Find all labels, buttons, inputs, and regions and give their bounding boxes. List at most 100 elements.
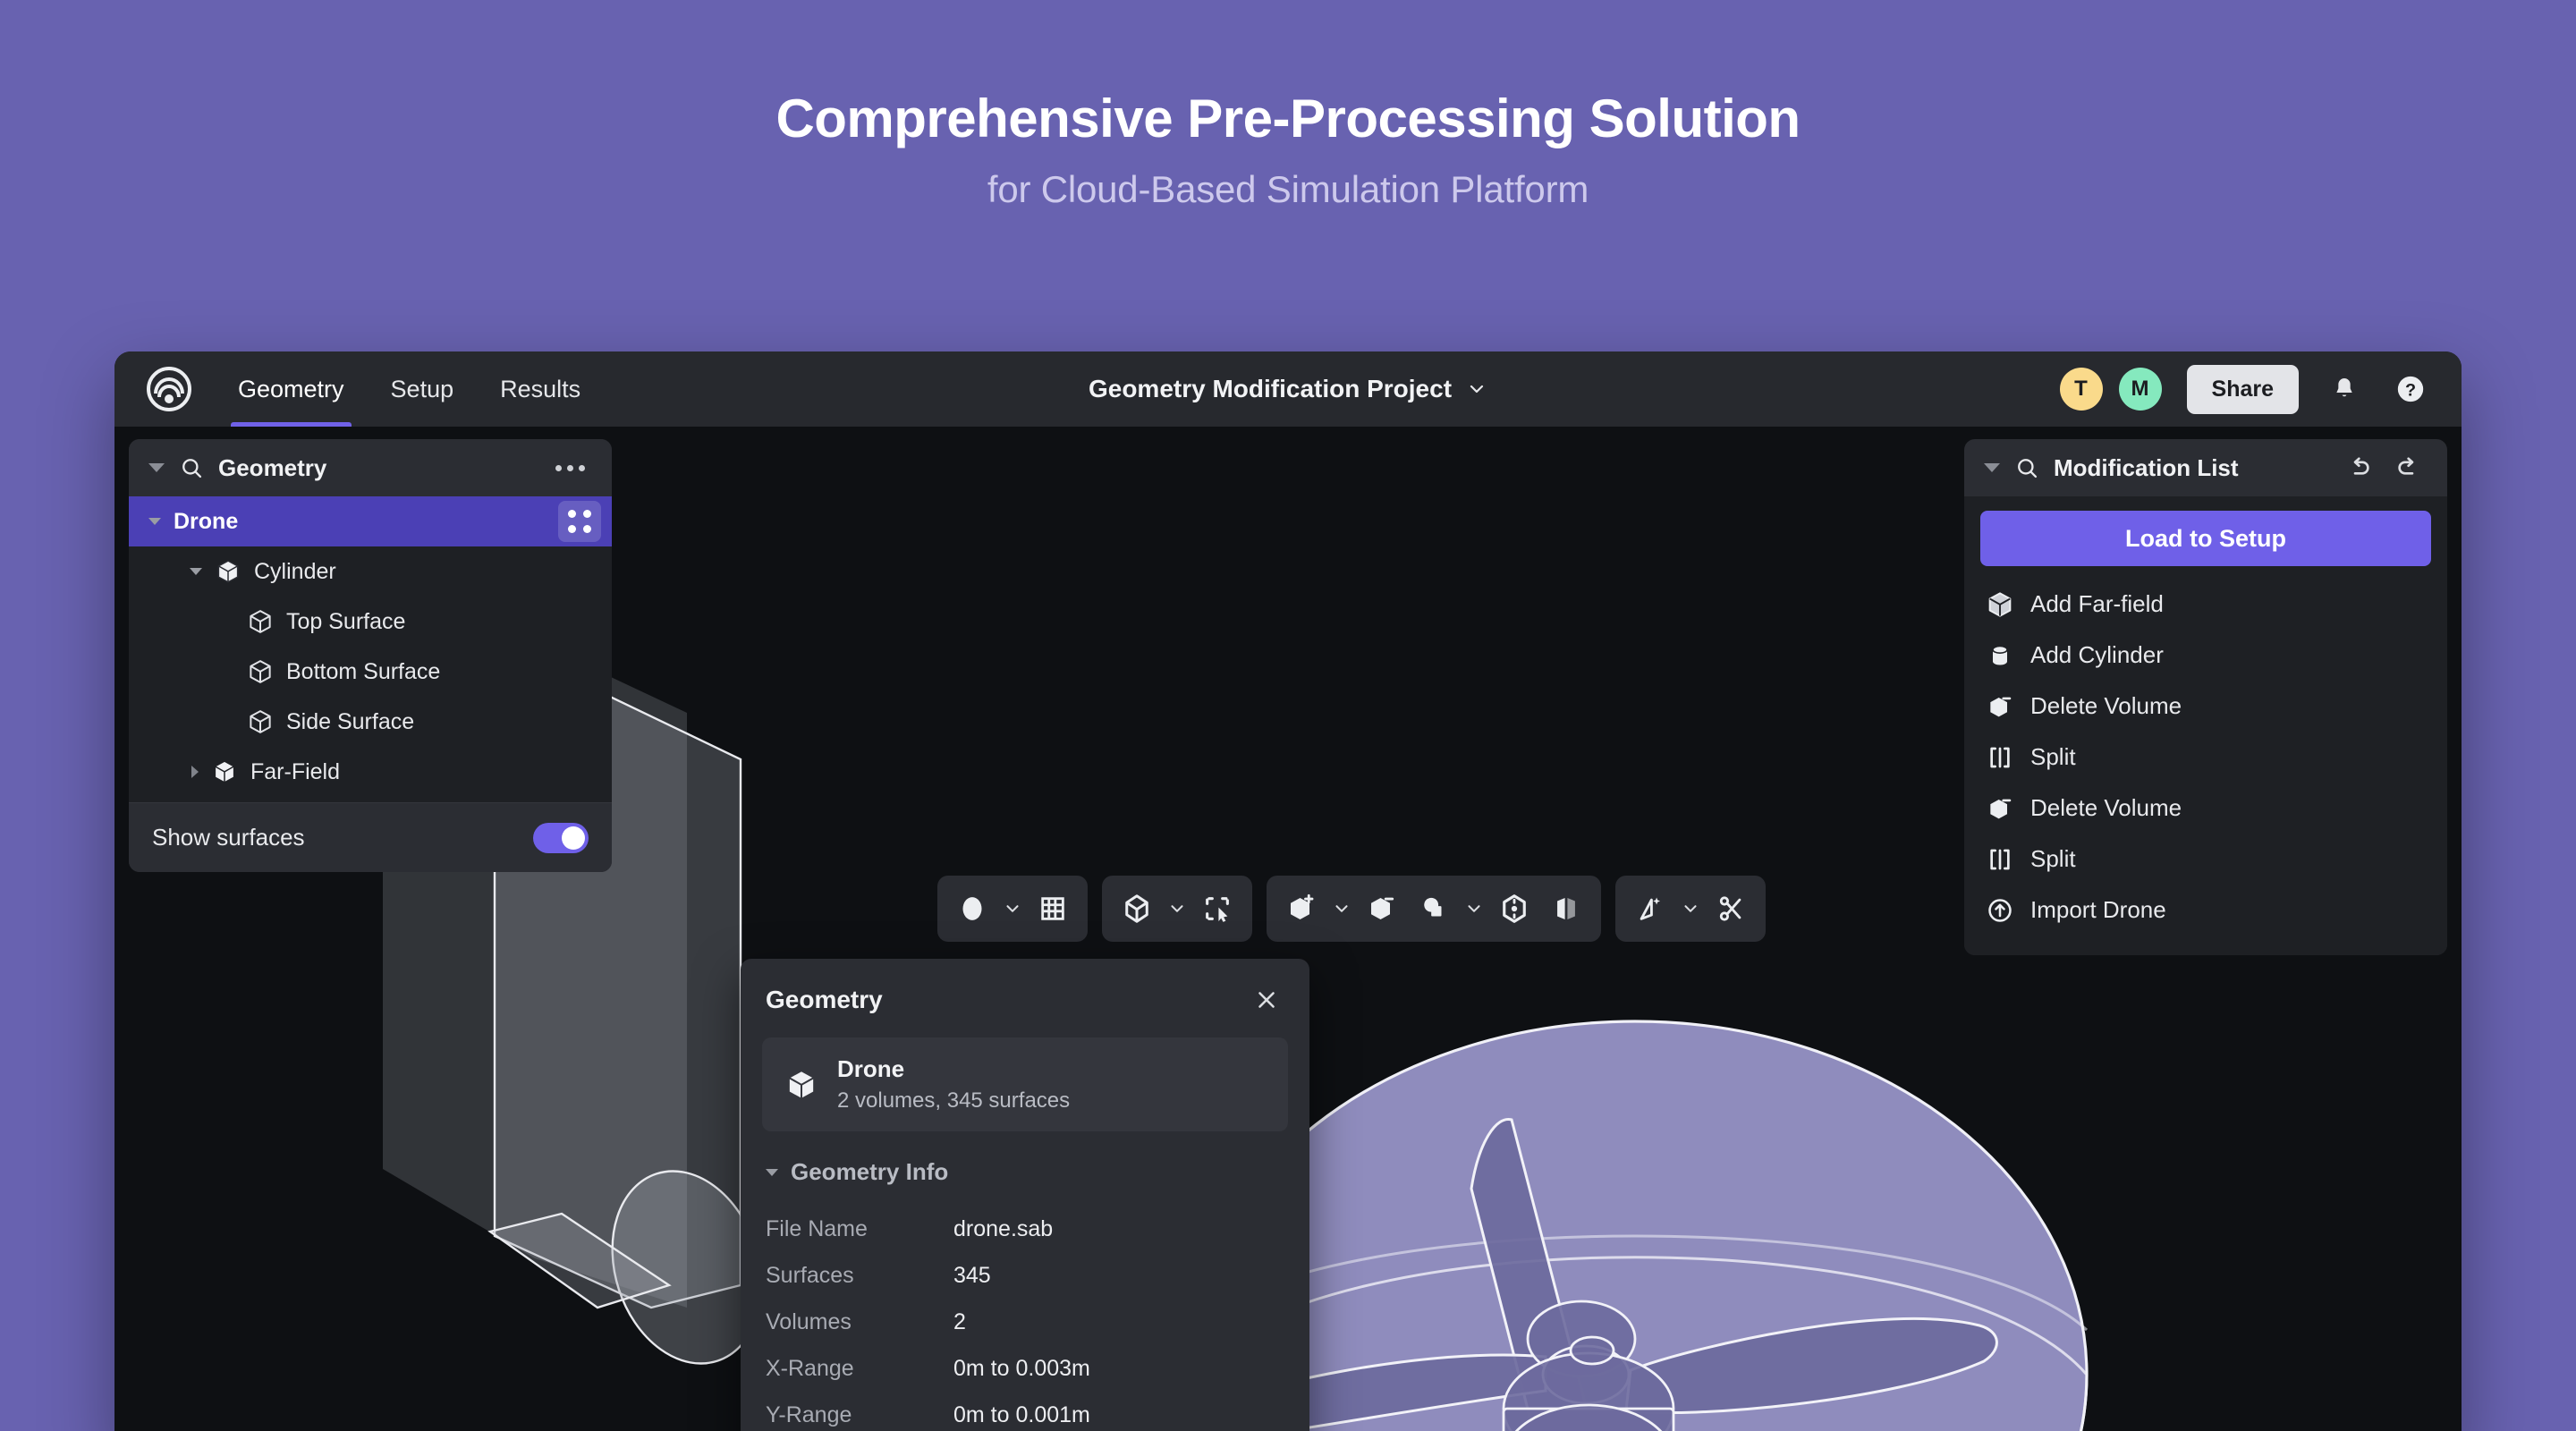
info-value-volumes: 2: [953, 1308, 966, 1334]
geometry-panel-collapse-icon[interactable]: [148, 463, 165, 472]
close-button[interactable]: [1249, 982, 1284, 1018]
tab-geometry[interactable]: Geometry: [218, 351, 364, 427]
transform-icon: [1503, 894, 1526, 923]
boolean-union-button[interactable]: [1410, 885, 1458, 933]
header-right-cluster: T M Share ?: [2059, 364, 2431, 414]
info-value-x-range: 0m to 0.003m: [953, 1355, 1090, 1381]
caret-right-icon[interactable]: [191, 766, 199, 778]
more-horizontal-icon[interactable]: [548, 458, 592, 478]
caret-down-icon[interactable]: [148, 518, 161, 525]
volume-select-dropdown[interactable]: [1165, 885, 1190, 933]
show-surfaces-row: Show surfaces: [129, 802, 612, 872]
avatar-t-initial: T: [2074, 377, 2088, 401]
share-button[interactable]: Share: [2186, 364, 2299, 414]
grid-mesh-button[interactable]: [1029, 885, 1077, 933]
modification-list-actions: [2340, 448, 2428, 487]
bell-icon: [2336, 378, 2352, 397]
remove-volume-icon: [1990, 697, 2012, 716]
search-icon[interactable]: [179, 455, 204, 480]
help-button[interactable]: ?: [2390, 368, 2431, 410]
question-mark-icon: ?: [2397, 376, 2424, 402]
sphere-shape-button[interactable]: [948, 885, 996, 933]
mirror-button[interactable]: [1542, 885, 1590, 933]
search-icon[interactable]: [2014, 455, 2039, 480]
geometry-popup-title: Geometry: [766, 986, 883, 1013]
box-select-button[interactable]: [1193, 885, 1241, 933]
cylinder-icon: [1992, 645, 2008, 665]
concentric-arcs-logo-icon: [147, 367, 191, 411]
tree-item-top-surface[interactable]: Top Surface: [129, 597, 612, 647]
geometry-info-section-label: Geometry Info: [791, 1158, 949, 1185]
show-surfaces-toggle[interactable]: [533, 822, 589, 853]
cube-solid-icon: [217, 560, 239, 583]
geometry-info-rows: File Name drone.sab Surfaces 345 Volumes…: [741, 1193, 1309, 1431]
volume-select-icon: [1125, 894, 1148, 923]
caret-down-icon: [766, 1168, 778, 1176]
add-volume-button[interactable]: [1277, 885, 1326, 933]
remove-volume-icon: [1371, 897, 1394, 919]
mod-item-add-far-field[interactable]: Add Far-field: [1980, 579, 2431, 630]
mod-item-add-far-field-label: Add Far-field: [2030, 590, 2164, 617]
info-key-file-name: File Name: [766, 1215, 868, 1241]
mod-item-delete-volume-2-label: Delete Volume: [2030, 794, 2182, 821]
tab-geometry-label: Geometry: [238, 375, 344, 402]
info-key-x-range: X-Range: [766, 1355, 854, 1381]
tree-item-drone-label: Drone: [174, 508, 239, 534]
tree-item-side-surface[interactable]: Side Surface: [129, 697, 612, 747]
mod-item-add-cylinder[interactable]: Add Cylinder: [1980, 630, 2431, 681]
chevron-down-icon: [1684, 905, 1697, 912]
split-brackets-icon: [1990, 849, 2010, 869]
magic-wand-button[interactable]: [1626, 885, 1674, 933]
tree-item-drone[interactable]: Drone: [129, 496, 612, 546]
mod-item-split-1[interactable]: Split: [1980, 732, 2431, 783]
boolean-union-dropdown[interactable]: [1462, 885, 1487, 933]
add-volume-dropdown[interactable]: [1329, 885, 1354, 933]
tab-setup-label: Setup: [390, 375, 454, 402]
drag-handle-icon[interactable]: [558, 501, 601, 542]
tree-item-bottom-surface[interactable]: Bottom Surface: [129, 647, 612, 697]
volume-select-button[interactable]: [1113, 885, 1161, 933]
notifications-button[interactable]: [2324, 368, 2365, 410]
geometry-popup-object-card[interactable]: Drone 2 volumes, 345 surfaces: [762, 1037, 1288, 1131]
farfield-cube-icon: [1988, 591, 2012, 617]
redo-button[interactable]: [2388, 448, 2428, 487]
mod-item-import-drone[interactable]: Import Drone: [1980, 885, 2431, 936]
scissors-cut-button[interactable]: [1707, 885, 1755, 933]
tree-item-far-field[interactable]: Far-Field: [129, 747, 612, 797]
load-to-setup-button[interactable]: Load to Setup: [1980, 511, 2431, 566]
info-key-y-range: Y-Range: [766, 1401, 852, 1427]
app-logo[interactable]: [145, 365, 193, 413]
sphere-shape-icon: [962, 897, 982, 920]
hero-subtitle: for Cloud-Based Simulation Platform: [987, 168, 1589, 210]
chevron-down-icon: [1171, 905, 1183, 912]
toolbar-group-display: [937, 876, 1088, 942]
caret-down-icon[interactable]: [190, 568, 202, 575]
mod-item-split-2[interactable]: Split: [1980, 834, 2431, 885]
tree-item-cylinder[interactable]: Cylinder: [129, 546, 612, 597]
undo-button[interactable]: [2340, 448, 2379, 487]
transform-button[interactable]: [1490, 885, 1538, 933]
tab-setup[interactable]: Setup: [371, 351, 474, 427]
project-title-dropdown[interactable]: Geometry Modification Project: [1089, 375, 1487, 403]
tree-item-top-surface-label: Top Surface: [286, 608, 406, 634]
mod-item-delete-volume-1[interactable]: Delete Volume: [1980, 681, 2431, 732]
remove-volume-icon: [1990, 799, 2012, 818]
cube-outline-icon: [250, 710, 271, 733]
tree-item-side-surface-label: Side Surface: [286, 708, 415, 734]
scissors-cut-icon: [1719, 896, 1741, 921]
sphere-shape-dropdown[interactable]: [1000, 885, 1025, 933]
magic-wand-dropdown[interactable]: [1678, 885, 1703, 933]
avatar-m[interactable]: M: [2118, 368, 2162, 411]
info-row-surfaces: Surfaces 345: [766, 1252, 1284, 1299]
info-value-y-range: 0m to 0.001m: [953, 1401, 1090, 1427]
tab-results[interactable]: Results: [480, 351, 600, 427]
geometry-info-section-header[interactable]: Geometry Info: [741, 1131, 1309, 1193]
chevron-down-icon: [1006, 905, 1019, 912]
mod-item-delete-volume-2[interactable]: Delete Volume: [1980, 783, 2431, 834]
geometry-popup-header: Geometry: [741, 959, 1309, 1034]
info-row-volumes: Volumes 2: [766, 1299, 1284, 1345]
modification-list-panel: Modification List Load to Setup Add Far-…: [1964, 439, 2447, 955]
remove-volume-button[interactable]: [1358, 885, 1406, 933]
modification-list-collapse-icon[interactable]: [1984, 463, 2000, 472]
avatar-t[interactable]: T: [2059, 368, 2103, 411]
